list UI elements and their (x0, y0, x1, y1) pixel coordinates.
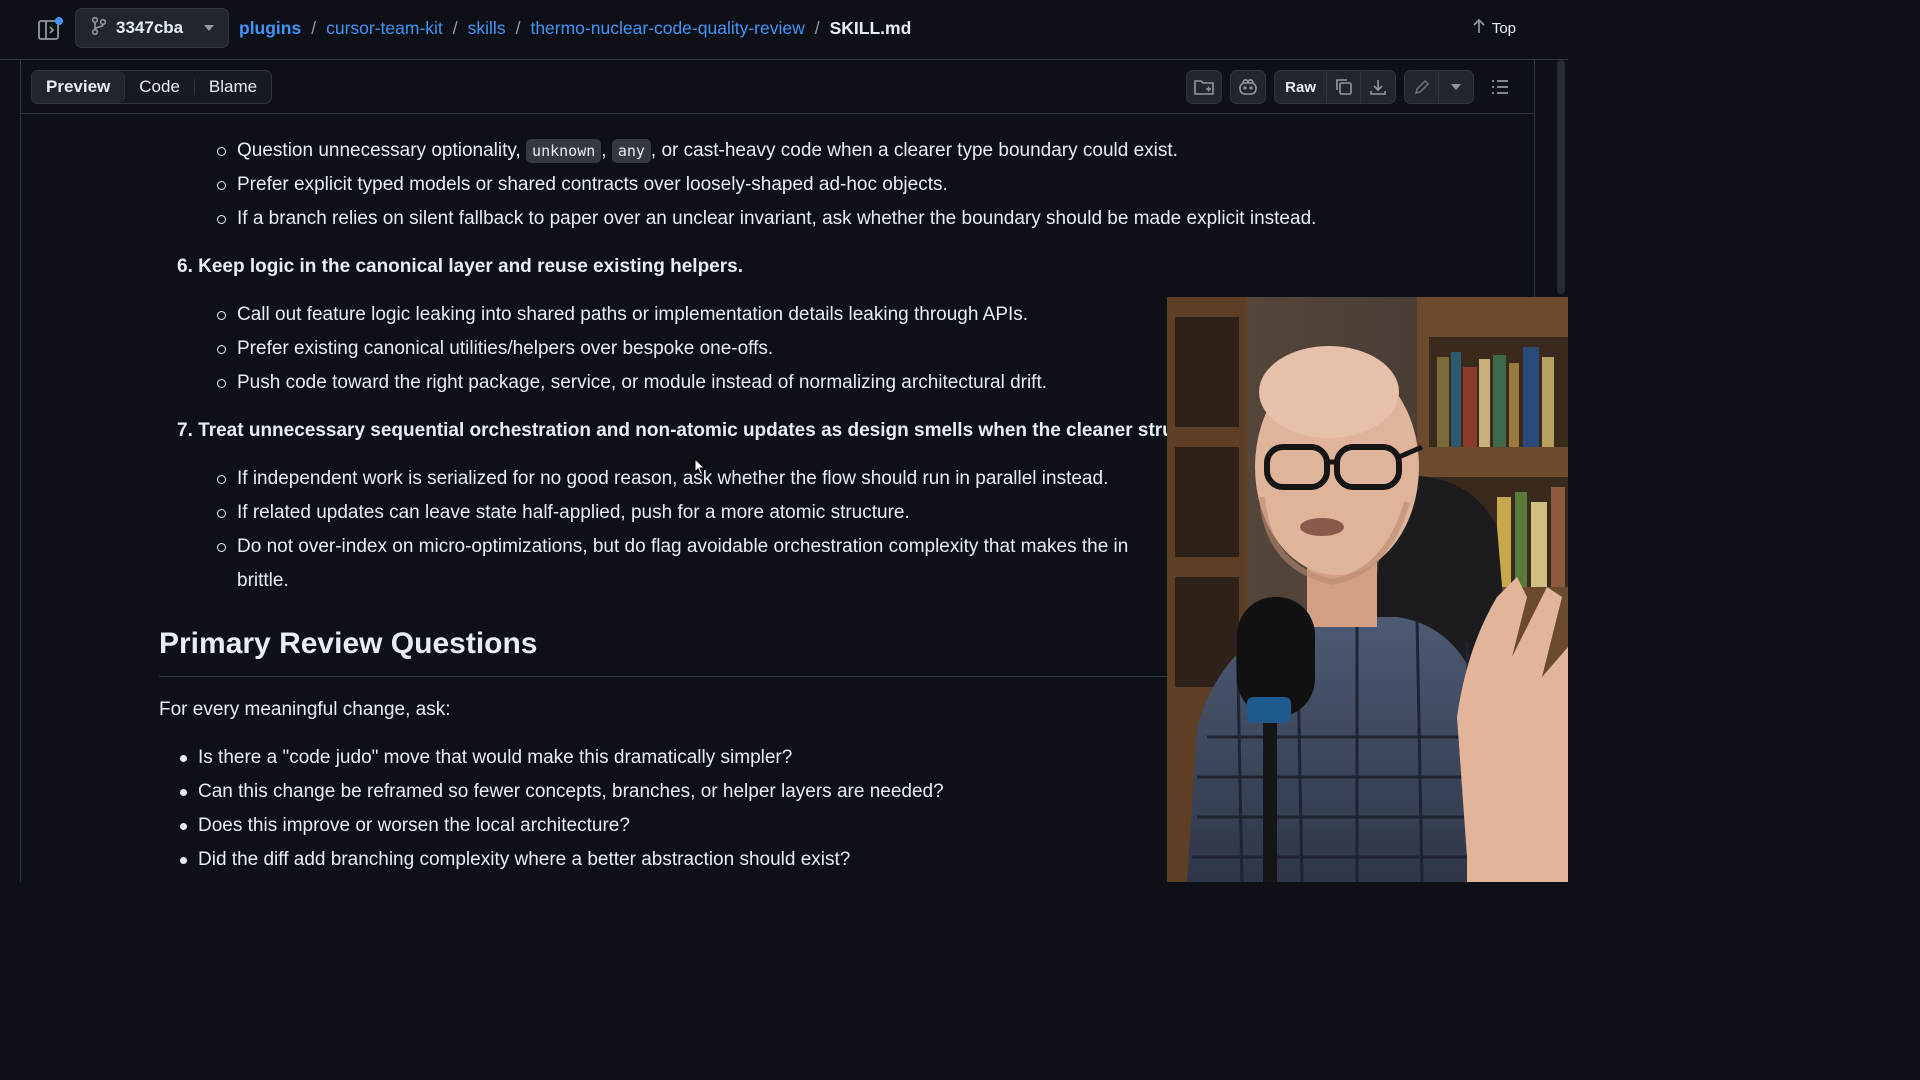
file-actions-toolbar: Raw (1186, 70, 1518, 104)
list-item: Prefer explicit typed models or shared c… (159, 168, 1519, 202)
tab-code[interactable]: Code (125, 71, 194, 103)
folder-icon (1187, 71, 1221, 103)
breadcrumb-separator: / (814, 18, 820, 38)
breadcrumb-review-folder[interactable]: thermo-nuclear-code-quality-review (530, 18, 804, 39)
raw-button[interactable]: Raw (1275, 71, 1327, 103)
list-item: If a branch relies on silent fallback to… (159, 202, 1519, 236)
breadcrumb-separator: / (452, 18, 458, 38)
sub-list-item-5: Question unnecessary optionality, unknow… (159, 134, 1519, 236)
view-mode-switcher: Preview Code Blame (31, 70, 273, 104)
back-to-top-link[interactable]: Top (1472, 18, 1516, 38)
list-item-text: , or cast-heavy code when a clearer type… (650, 140, 1178, 161)
item-number: 7. (177, 420, 193, 441)
inline-code: unknown (526, 139, 602, 163)
item-number: 6. (177, 256, 193, 277)
arrow-up-icon (1472, 18, 1486, 38)
breadcrumb-separator: / (311, 18, 317, 38)
pencil-icon[interactable] (1405, 71, 1439, 103)
branch-name: 3347cba (116, 18, 184, 37)
presenter-video-image (1167, 297, 1568, 882)
branch-selector-button[interactable]: 3347cba (75, 8, 229, 48)
top-label: Top (1491, 19, 1516, 37)
item-heading: Treat unnecessary sequential orchestrati… (198, 420, 1203, 441)
raw-copy-download-group: Raw (1274, 70, 1396, 104)
inline-code: any (611, 139, 651, 163)
breadcrumb-cursor-team-kit[interactable]: cursor-team-kit (326, 18, 443, 39)
list-item-text: , (601, 140, 607, 161)
repo-header-bar: 3347cba plugins / cursor-team-kit / skil… (0, 0, 1568, 60)
tab-preview[interactable]: Preview (32, 71, 126, 103)
numbered-item-6: 6. Keep logic in the canonical layer and… (159, 250, 1519, 284)
current-file-name: SKILL.md (829, 18, 912, 38)
item-heading: Keep logic in the canonical layer and re… (198, 256, 743, 277)
file-header: Preview Code Blame Raw (20, 60, 1535, 114)
open-folder-button[interactable] (1186, 70, 1223, 104)
tab-blame[interactable]: Blame (195, 71, 271, 103)
sidebar-toggle-icon[interactable] (36, 16, 64, 44)
edit-button-group (1404, 70, 1474, 104)
copilot-icon (1231, 71, 1265, 103)
webcam-video-overlay (1167, 297, 1568, 882)
scrollbar-thumb[interactable] (1557, 60, 1565, 294)
edit-options-chevron-icon[interactable] (1439, 71, 1473, 103)
breadcrumb-skills[interactable]: skills (468, 18, 506, 39)
chevron-down-icon (204, 25, 214, 31)
list-item: Do not over-index on micro-optimizations… (159, 530, 1167, 598)
list-icon[interactable] (1482, 70, 1518, 104)
breadcrumb-separator: / (515, 18, 521, 38)
mouse-cursor-icon (694, 458, 706, 476)
git-branch-icon (90, 16, 108, 41)
list-item-text: Question unnecessary optionality, (237, 140, 521, 161)
download-icon[interactable] (1361, 71, 1395, 103)
copilot-button[interactable] (1230, 70, 1267, 104)
list-item: Question unnecessary optionality, unknow… (159, 134, 1519, 168)
breadcrumb: plugins / cursor-team-kit / skills / the… (239, 18, 911, 39)
copy-icon[interactable] (1327, 71, 1361, 103)
breadcrumb-plugins[interactable]: plugins (239, 18, 301, 39)
